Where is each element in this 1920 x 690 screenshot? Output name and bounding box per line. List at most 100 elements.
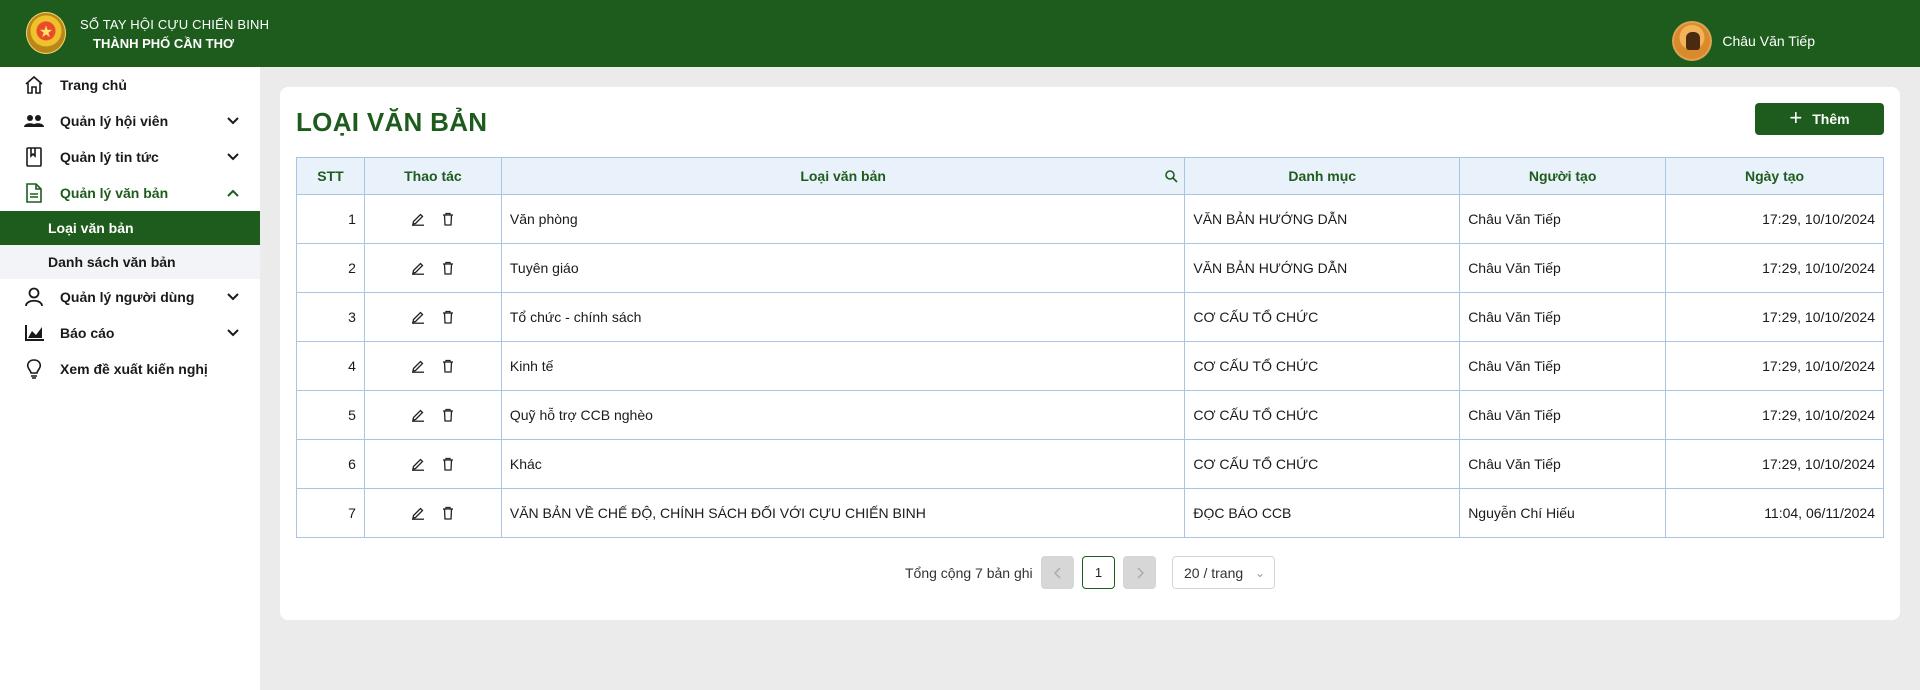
sidebar-subitem-label: Loại văn bản xyxy=(48,220,134,236)
cell-stt: 5 xyxy=(296,390,365,440)
edit-icon[interactable] xyxy=(409,210,427,228)
brand-title: SỔ TAY HỘI CỰU CHIẾN BINH xyxy=(80,17,270,32)
cell-creator: Nguyễn Chí Hiếu xyxy=(1459,488,1667,538)
cell-type: VĂN BẢN VỀ CHẾ ĐỘ, CHÍNH SÁCH ĐỐI VỚI CỰ… xyxy=(500,488,1186,538)
column-header-category: Danh mục xyxy=(1184,157,1461,195)
sidebar-item-label: Quản lý tin tức xyxy=(60,149,159,165)
search-icon[interactable] xyxy=(1164,169,1178,183)
sidebar: Trang chủ Quản lý hội viên Quản lý tin t… xyxy=(0,67,260,690)
user-icon xyxy=(22,285,46,309)
trash-icon[interactable] xyxy=(439,357,457,375)
sidebar-item-home[interactable]: Trang chủ xyxy=(0,67,260,103)
cell-type: Quỹ hỗ trợ CCB nghèo xyxy=(500,390,1186,440)
cell-actions xyxy=(363,292,502,342)
column-header-date: Ngày tạo xyxy=(1665,157,1884,195)
cell-creator: Châu Văn Tiếp xyxy=(1459,243,1667,293)
cell-category: VĂN BẢN HƯỚNG DẪN xyxy=(1184,243,1461,293)
cell-date: 17:29, 10/10/2024 xyxy=(1665,243,1884,293)
sidebar-item-suggestions[interactable]: Xem đề xuất kiến nghị xyxy=(0,351,260,387)
chevron-up-icon xyxy=(224,184,242,202)
table-header-row: STT Thao tác Loại văn bản Danh mục Người… xyxy=(296,157,1884,195)
edit-icon[interactable] xyxy=(409,259,427,277)
prev-page-button[interactable] xyxy=(1041,556,1074,589)
cell-date: 17:29, 10/10/2024 xyxy=(1665,390,1884,440)
cell-actions xyxy=(363,341,502,391)
top-header: SỔ TAY HỘI CỰU CHIẾN BINH THÀNH PHỐ CẦN … xyxy=(0,0,1920,67)
user-name[interactable]: Châu Văn Tiếp xyxy=(1722,33,1815,49)
book-icon xyxy=(22,145,46,169)
add-button-label: Thêm xyxy=(1812,111,1850,127)
plus-icon: + xyxy=(1789,104,1803,130)
sidebar-item-members[interactable]: Quản lý hội viên xyxy=(0,103,260,139)
cell-stt: 2 xyxy=(296,243,365,293)
table-row: 6 Khác CƠ CẤU TỔ CHỨC Châu Văn Tiếp 17:29, 1… xyxy=(296,439,1884,489)
trash-icon[interactable] xyxy=(439,210,457,228)
pagination: Tổng cộng 7 bản ghi 1 20 / trang ⌄ xyxy=(280,556,1900,590)
trash-icon[interactable] xyxy=(439,259,457,277)
cell-date: 11:04, 06/11/2024 xyxy=(1665,488,1884,538)
column-header-label: Loại văn bản xyxy=(800,168,886,184)
cell-actions xyxy=(363,243,502,293)
chart-icon xyxy=(22,321,46,345)
cell-category: ĐỌC BÁO CCB xyxy=(1184,488,1461,538)
cell-stt: 4 xyxy=(296,341,365,391)
column-header-creator: Người tạo xyxy=(1459,157,1667,195)
sidebar-item-label: Quản lý người dùng xyxy=(60,289,195,305)
cell-stt: 3 xyxy=(296,292,365,342)
sidebar-item-label: Báo cáo xyxy=(60,325,115,341)
sidebar-subitem-document-types[interactable]: Loại văn bản xyxy=(0,211,260,245)
sidebar-item-news[interactable]: Quản lý tin tức xyxy=(0,139,260,175)
users-icon xyxy=(22,109,46,133)
cell-date: 17:29, 10/10/2024 xyxy=(1665,341,1884,391)
cell-category: CƠ CẤU TỔ CHỨC xyxy=(1184,292,1461,342)
emblem-logo xyxy=(26,12,66,54)
trash-icon[interactable] xyxy=(439,406,457,424)
table-row: 5 Quỹ hỗ trợ CCB nghèo CƠ CẤU TỔ CHỨC Châu … xyxy=(296,390,1884,440)
cell-actions xyxy=(363,488,502,538)
cell-creator: Châu Văn Tiếp xyxy=(1459,341,1667,391)
cell-type: Tổ chức - chính sách xyxy=(500,292,1186,342)
cell-type: Văn phòng xyxy=(500,194,1186,244)
edit-icon[interactable] xyxy=(409,406,427,424)
next-page-button[interactable] xyxy=(1123,556,1156,589)
add-button[interactable]: + Thêm xyxy=(1755,103,1884,135)
user-menu[interactable]: Châu Văn Tiếp xyxy=(1672,21,1815,61)
trash-icon[interactable] xyxy=(439,455,457,473)
chevron-down-icon xyxy=(224,148,242,166)
cell-type: Tuyên giáo xyxy=(500,243,1186,293)
page-number-button[interactable]: 1 xyxy=(1082,556,1115,589)
total-records: Tổng cộng 7 bản ghi xyxy=(905,565,1033,581)
edit-icon[interactable] xyxy=(409,455,427,473)
cell-stt: 1 xyxy=(296,194,365,244)
sidebar-subitem-document-list[interactable]: Danh sách văn bản xyxy=(0,245,260,279)
edit-icon[interactable] xyxy=(409,357,427,375)
brand-subtitle: THÀNH PHỐ CẦN THƠ xyxy=(93,36,235,51)
avatar[interactable] xyxy=(1672,21,1713,61)
sidebar-item-label: Xem đề xuất kiến nghị xyxy=(60,361,208,377)
chevron-down-icon xyxy=(224,288,242,306)
page-size-select[interactable]: 20 / trang ⌄ xyxy=(1172,556,1275,589)
document-icon xyxy=(22,181,46,205)
chevron-right-icon xyxy=(1136,566,1144,579)
sidebar-item-documents[interactable]: Quản lý văn bản xyxy=(0,175,260,211)
sidebar-item-reports[interactable]: Báo cáo xyxy=(0,315,260,351)
cell-category: CƠ CẤU TỔ CHỨC xyxy=(1184,341,1461,391)
table-row: 1 Văn phòng VĂN BẢN HƯỚNG DẪN Châu Văn Tiếp… xyxy=(296,194,1884,244)
cell-date: 17:29, 10/10/2024 xyxy=(1665,194,1884,244)
sidebar-subitem-label: Danh sách văn bản xyxy=(48,254,176,270)
edit-icon[interactable] xyxy=(409,504,427,522)
brand: SỔ TAY HỘI CỰU CHIẾN BINH THÀNH PHỐ CẦN … xyxy=(80,15,269,53)
trash-icon[interactable] xyxy=(439,504,457,522)
home-icon xyxy=(22,73,46,97)
cell-category: CƠ CẤU TỔ CHỨC xyxy=(1184,390,1461,440)
lightbulb-icon xyxy=(22,357,46,381)
cell-type: Kinh tế xyxy=(500,341,1186,391)
chevron-left-icon xyxy=(1053,566,1061,579)
trash-icon[interactable] xyxy=(439,308,457,326)
sidebar-item-label: Trang chủ xyxy=(60,77,127,93)
cell-type: Khác xyxy=(500,439,1186,489)
sidebar-item-label: Quản lý văn bản xyxy=(60,185,169,201)
table-row: 7 VĂN BẢN VỀ CHẾ ĐỘ, CHÍNH SÁCH ĐỐI VỚI C… xyxy=(296,488,1884,538)
edit-icon[interactable] xyxy=(409,308,427,326)
sidebar-item-users[interactable]: Quản lý người dùng xyxy=(0,279,260,315)
